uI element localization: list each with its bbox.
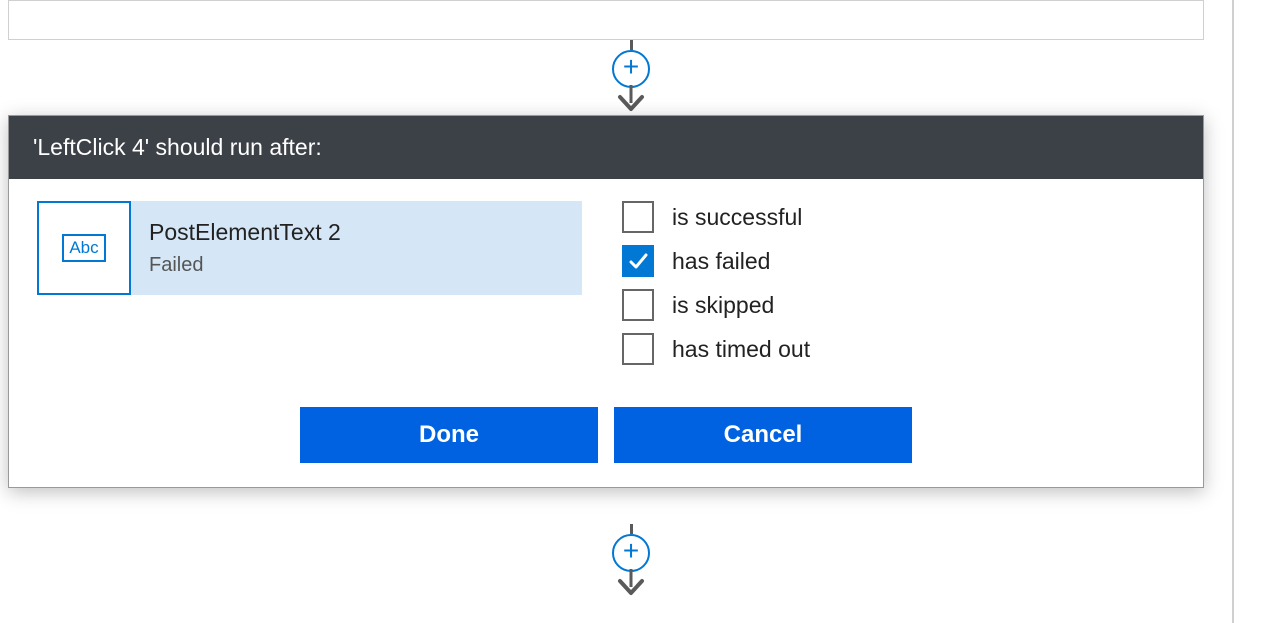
- panel-header: 'LeftClick 4' should run after:: [9, 116, 1203, 179]
- connector-bottom: +: [611, 524, 651, 597]
- panel-body: Abc PostElementText 2 Failed is successf…: [9, 179, 1203, 389]
- checkbox[interactable]: [622, 201, 654, 233]
- action-text-group: PostElementText 2 Failed: [131, 219, 359, 277]
- condition-is-successful[interactable]: is successful: [622, 201, 1185, 233]
- action-icon-box: Abc: [37, 201, 131, 295]
- add-step-button-top[interactable]: +: [612, 50, 650, 88]
- done-button[interactable]: Done: [300, 407, 598, 463]
- button-row: Done Cancel: [9, 389, 1203, 487]
- connector-top: +: [611, 40, 651, 113]
- condition-is-skipped[interactable]: is skipped: [622, 289, 1185, 321]
- connector-line: [630, 524, 633, 534]
- checkbox[interactable]: [622, 333, 654, 365]
- action-status: Failed: [149, 254, 341, 277]
- action-column: Abc PostElementText 2 Failed: [37, 201, 582, 377]
- previous-step-placeholder: [8, 0, 1204, 40]
- predecessor-action-card[interactable]: Abc PostElementText 2 Failed: [37, 201, 582, 295]
- abc-icon: Abc: [62, 234, 105, 262]
- checkbox[interactable]: [622, 245, 654, 277]
- check-icon: [627, 250, 649, 272]
- cancel-button[interactable]: Cancel: [614, 407, 912, 463]
- condition-has-timed-out[interactable]: has timed out: [622, 333, 1185, 365]
- add-step-button-bottom[interactable]: +: [612, 534, 650, 572]
- arrow-down-icon: [612, 569, 650, 597]
- arrow-down-icon: [612, 85, 650, 113]
- connector-line: [630, 40, 633, 50]
- checkbox[interactable]: [622, 289, 654, 321]
- vertical-divider: [1232, 0, 1234, 623]
- action-title: PostElementText 2: [149, 219, 341, 246]
- condition-label: has timed out: [672, 336, 810, 363]
- condition-label: is skipped: [672, 292, 774, 319]
- run-after-panel: 'LeftClick 4' should run after: Abc Post…: [8, 115, 1204, 488]
- plus-icon: +: [623, 537, 639, 565]
- condition-column: is successful has failed is skipped has …: [622, 201, 1185, 377]
- condition-label: has failed: [672, 248, 770, 275]
- condition-label: is successful: [672, 204, 802, 231]
- panel-title: 'LeftClick 4' should run after:: [33, 134, 322, 160]
- condition-has-failed[interactable]: has failed: [622, 245, 1185, 277]
- plus-icon: +: [623, 53, 639, 81]
